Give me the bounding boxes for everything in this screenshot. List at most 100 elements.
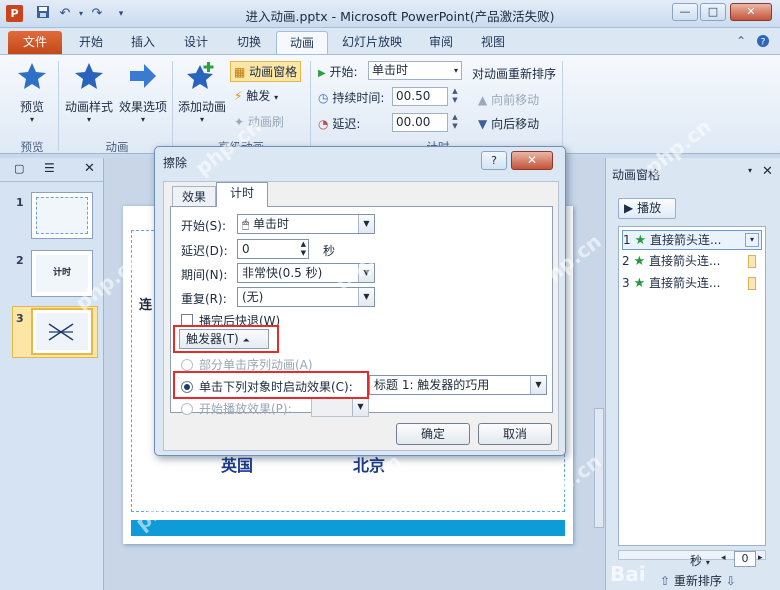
animation-pane-button[interactable]: ▦ 动画窗格 — [230, 61, 302, 82]
slide-vertical-scrollbar[interactable] — [594, 408, 604, 528]
add-animation-star-icon — [176, 61, 228, 94]
painter-star-icon: ✦ — [234, 115, 245, 129]
svg-text:?: ? — [761, 38, 766, 48]
animation-styles-button[interactable]: 动画样式 ▾ — [62, 61, 116, 124]
customize-qat-icon[interactable]: ▾ — [112, 5, 130, 23]
slide-thumbnail-1[interactable] — [31, 192, 93, 239]
start-field-label: 开始(S): — [181, 219, 227, 233]
minimize-button[interactable]: — — [672, 3, 698, 21]
start-combo-arrow-icon: ▼ — [358, 215, 374, 233]
tab-animations[interactable]: 动画 — [276, 31, 328, 54]
corner-brand-watermark: Bai — [610, 562, 646, 586]
delay-field-label: 延迟(D): — [181, 244, 228, 258]
animation-item[interactable]: 2 ★ 直接箭头连... — [622, 252, 762, 272]
start-label: ▶ 开始: — [318, 65, 358, 79]
timeline-bar — [748, 277, 756, 290]
redo-icon[interactable]: ↷ — [88, 5, 106, 23]
title-bar: P ↶ ▾ ↷ ▾ 进入动画.pptx - Microsoft PowerPoi… — [0, 0, 780, 28]
lightning-icon: ⚡ — [234, 89, 243, 103]
tab-insert[interactable]: 插入 — [120, 31, 166, 54]
slides-tab-icon[interactable]: ▢ — [14, 162, 24, 175]
pane-close-icon[interactable]: ✕ — [762, 164, 773, 179]
down-arrow-icon: ▼ — [478, 117, 488, 131]
close-panel-icon[interactable]: ✕ — [84, 161, 95, 176]
duration-spinner[interactable]: ▲ ▼ — [449, 87, 461, 106]
reorder-down-icon[interactable]: ⇩ — [726, 574, 736, 588]
save-icon[interactable] — [34, 5, 52, 23]
tab-view[interactable]: 视图 — [470, 31, 516, 54]
delay-spinbox-arrows[interactable]: ▲ ▼ — [301, 240, 306, 258]
reorder-footer[interactable]: ⇧ 重新排序 ⇩ — [660, 572, 736, 589]
dialog-close-button[interactable]: ✕ — [511, 151, 553, 170]
scroll-right-icon[interactable]: ▸ — [758, 553, 763, 563]
zoom-box[interactable]: 0 — [734, 551, 756, 567]
help-icon[interactable]: ? — [756, 34, 770, 51]
collapse-ribbon-icon[interactable]: ⌃ — [736, 34, 746, 48]
outline-tab-icon[interactable]: ☰ — [44, 161, 55, 175]
timing-panel: 开始(S): 🖱 单击时 ▼ 延迟(D): 0 ▲ ▼ 秒 期间(N): 非常快(… — [170, 206, 553, 417]
delay-unit: 秒 — [323, 244, 336, 258]
reorder-up-icon[interactable]: ⇧ — [660, 574, 670, 588]
tab-slideshow[interactable]: 幻灯片放映 — [332, 31, 412, 54]
ribbon-separator — [58, 61, 59, 151]
tab-design[interactable]: 设计 — [172, 31, 220, 54]
preview-button[interactable]: 预览 ▾ — [12, 61, 52, 124]
delay-spinbox[interactable]: 0 ▲ ▼ — [237, 239, 309, 259]
animation-styles-dropdown-icon: ▾ — [86, 115, 91, 124]
maximize-button[interactable]: □ — [700, 3, 726, 21]
animation-pane-label: 动画窗格 — [249, 65, 298, 79]
add-animation-label: 添加动画 — [177, 100, 226, 114]
period-combo[interactable]: 非常快(0.5 秒) ▼ — [237, 263, 375, 283]
tab-transitions[interactable]: 切换 — [224, 31, 274, 54]
repeat-combo[interactable]: (无) ▼ — [237, 287, 375, 307]
slide-thumbnail-2-title: 计时 — [36, 255, 88, 292]
ok-button[interactable]: 确定 — [396, 423, 470, 445]
mouse-icon: 🖱 — [242, 217, 250, 231]
cancel-button[interactable]: 取消 — [478, 423, 552, 445]
animation-item[interactable]: 1 ★ 直接箭头连... ▾ — [622, 230, 762, 250]
duration-input[interactable]: 00.50 — [392, 87, 448, 106]
duration-label: ◷ 持续时间: — [318, 91, 385, 105]
reorder-label: 对动画重新排序 — [472, 67, 557, 81]
animation-pane: 动画窗格 ▾ ✕ ▶ 播放 1 ★ 直接箭头连... ▾ 2 ★ 直接箭头连..… — [594, 158, 780, 590]
radio-animate-as-part[interactable] — [181, 359, 193, 371]
tab-effect[interactable]: 效果 — [172, 186, 216, 207]
effect-options-label: 效果选项 — [118, 100, 167, 114]
radio-start-effect-on-play[interactable] — [181, 403, 193, 415]
play-button[interactable]: ▶ 播放 — [618, 198, 676, 219]
start-select[interactable]: 单击时 ▾ — [368, 61, 462, 80]
powerpoint-app-icon[interactable]: P — [6, 5, 23, 22]
close-button[interactable]: ✕ — [730, 3, 772, 21]
slide-text-partial: 连 — [139, 298, 153, 313]
tab-file[interactable]: 文件 — [8, 31, 62, 54]
trigger-button[interactable]: ⚡ 触发 ▾ — [234, 87, 278, 104]
move-earlier-button[interactable]: ▲ 向前移动 — [478, 91, 539, 108]
add-animation-button[interactable]: 添加动画 ▾ — [176, 61, 228, 124]
delay-input[interactable]: 00.00 — [392, 113, 448, 132]
slide-thumbnail-2[interactable]: 计时 — [31, 250, 93, 297]
pane-options-icon[interactable]: ▾ — [748, 166, 752, 175]
tab-home[interactable]: 开始 — [68, 31, 114, 54]
scroll-left-icon[interactable]: ◂ — [721, 553, 726, 563]
slide-thumbnail-3[interactable] — [31, 308, 93, 355]
start-combo[interactable]: 🖱 单击时 ▼ — [237, 214, 375, 234]
trigger-object-combo[interactable]: 标题 1: 触发器的巧用 ▼ — [369, 375, 547, 395]
animation-painter-button[interactable]: ✦ 动画刷 — [234, 113, 284, 130]
play-icon: ▶ — [624, 201, 634, 215]
entrance-star-icon: ★ — [633, 276, 646, 291]
item-dropdown-icon[interactable]: ▾ — [745, 233, 759, 247]
tab-review[interactable]: 审阅 — [416, 31, 466, 54]
animation-item[interactable]: 3 ★ 直接箭头连... — [622, 274, 762, 294]
bookmark-combo[interactable]: ▼ — [311, 397, 369, 417]
slide-number: 3 — [16, 312, 24, 325]
tab-timing[interactable]: 计时 — [216, 182, 268, 207]
dialog-help-button[interactable]: ? — [481, 151, 507, 170]
effect-options-button[interactable]: 效果选项 ▾ — [116, 61, 170, 124]
animation-pane-icon: ▦ — [234, 65, 246, 79]
repeat-field-label: 重复(R): — [181, 292, 227, 306]
move-later-button[interactable]: ▼ 向后移动 — [478, 115, 539, 132]
delay-label: ◔ 延迟: — [318, 117, 361, 131]
dialog-body: 效果 计时 开始(S): 🖱 单击时 ▼ 延迟(D): 0 ▲ ▼ 秒 期间(N)… — [163, 181, 559, 451]
delay-spinner[interactable]: ▲ ▼ — [449, 113, 461, 132]
ribbon-separator — [172, 61, 173, 151]
